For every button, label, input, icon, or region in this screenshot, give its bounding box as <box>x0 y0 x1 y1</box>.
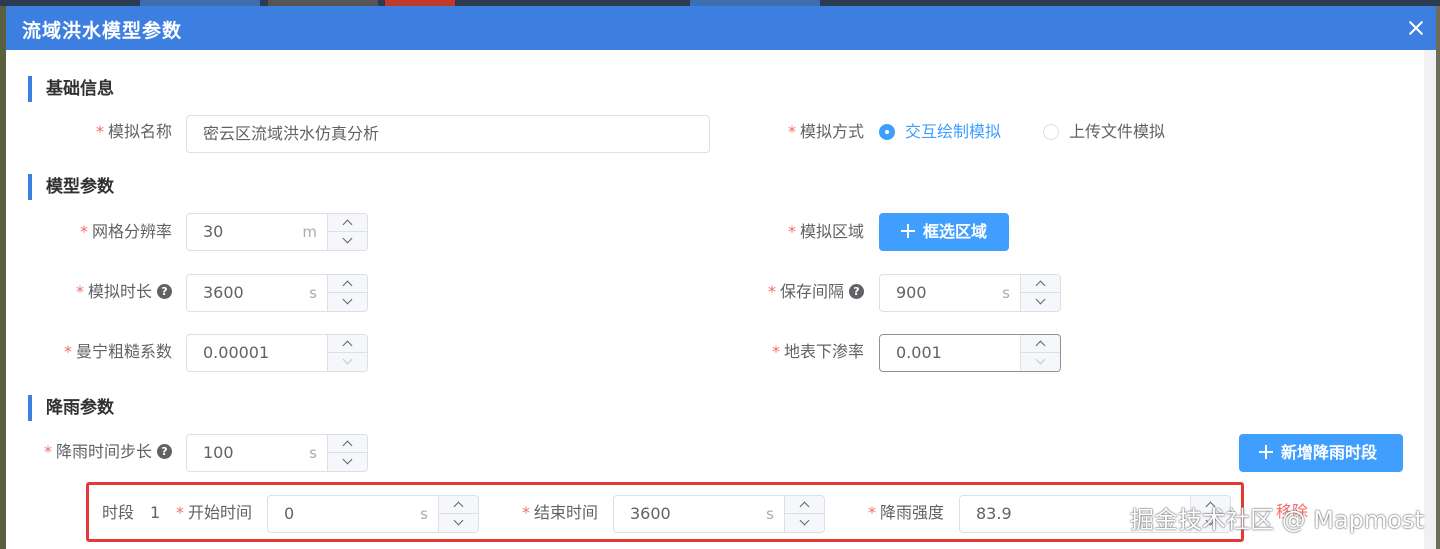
save-interval-stepper <box>1020 275 1060 311</box>
plus-icon <box>901 224 915 238</box>
close-icon[interactable] <box>1408 20 1424 36</box>
question-icon[interactable]: ? <box>157 284 172 299</box>
plus-icon <box>1259 445 1273 459</box>
sim-area-label: * 模拟区域 <box>787 222 864 241</box>
section-model-params: 模型参数 <box>28 174 114 200</box>
section-basic-info: 基础信息 <box>28 76 114 102</box>
radio-interactive-draw[interactable]: 交互绘制模拟 <box>879 113 1019 151</box>
grid-res-input[interactable]: 30 m <box>186 213 368 251</box>
question-icon[interactable]: ? <box>157 444 172 459</box>
sim-duration-stepper <box>327 275 367 311</box>
increment-chevron-icon[interactable] <box>1021 275 1060 293</box>
increment-chevron-icon[interactable] <box>328 214 367 232</box>
decrement-chevron-icon[interactable] <box>328 293 367 311</box>
increment-chevron-icon[interactable] <box>328 435 367 453</box>
decrement-chevron-icon[interactable] <box>328 353 367 371</box>
dialog-title: 流域洪水模型参数 <box>22 20 183 42</box>
radio-dot <box>879 124 895 140</box>
decrement-chevron-icon[interactable] <box>328 232 367 250</box>
manning-input[interactable]: 0.00001 <box>186 334 368 372</box>
decrement-chevron-icon[interactable] <box>1021 353 1060 371</box>
radio-dot <box>1043 124 1059 140</box>
manning-label: * 曼宁粗糙系数 <box>63 342 172 361</box>
radio-upload-file[interactable]: 上传文件模拟 <box>1043 113 1183 151</box>
background-map-edge <box>1436 6 1440 549</box>
rain-period-highlight <box>86 482 1244 542</box>
sim-name-input[interactable]: 密云区流域洪水仿真分析 <box>186 115 710 153</box>
decrement-chevron-icon[interactable] <box>328 453 367 471</box>
grid-res-label: * 网格分辨率 <box>79 222 172 241</box>
flood-model-dialog: 流域洪水模型参数 基础信息 * 模拟名称 密云区流域洪水仿真分析 * 模拟方式 交互… <box>6 6 1436 549</box>
watermark: 掘金技术社区 @ Mapmost <box>1130 506 1424 534</box>
save-interval-label: * 保存间隔? <box>746 273 864 311</box>
dialog-scrollbar[interactable] <box>1424 50 1436 549</box>
infiltration-label: * 地表下渗率 <box>771 342 864 361</box>
infiltration-stepper <box>1020 335 1060 371</box>
sim-duration-input[interactable]: 3600 s <box>186 274 368 312</box>
sim-duration-label: * 模拟时长? <box>62 273 172 311</box>
select-area-button[interactable]: 框选区域 <box>879 213 1009 251</box>
dialog-header: 流域洪水模型参数 <box>6 6 1436 50</box>
increment-chevron-icon[interactable] <box>1021 335 1060 353</box>
decrement-chevron-icon[interactable] <box>1021 293 1060 311</box>
rain-step-input[interactable]: 100 s <box>186 434 368 472</box>
sim-mode-label: * 模拟方式 <box>787 122 864 141</box>
rain-step-stepper <box>327 435 367 471</box>
manning-stepper <box>327 335 367 371</box>
sim-name-label: * 模拟名称 <box>95 122 172 141</box>
increment-chevron-icon[interactable] <box>328 335 367 353</box>
infiltration-input[interactable]: 0.001 <box>879 334 1061 372</box>
section-rain-params: 降雨参数 <box>28 395 114 421</box>
grid-res-stepper <box>327 214 367 250</box>
question-icon[interactable]: ? <box>849 284 864 299</box>
save-interval-input[interactable]: 900 s <box>879 274 1061 312</box>
rain-step-label: * 降雨时间步长? <box>26 433 172 471</box>
add-rain-period-button[interactable]: 新增降雨时段 <box>1239 434 1403 472</box>
increment-chevron-icon[interactable] <box>328 275 367 293</box>
